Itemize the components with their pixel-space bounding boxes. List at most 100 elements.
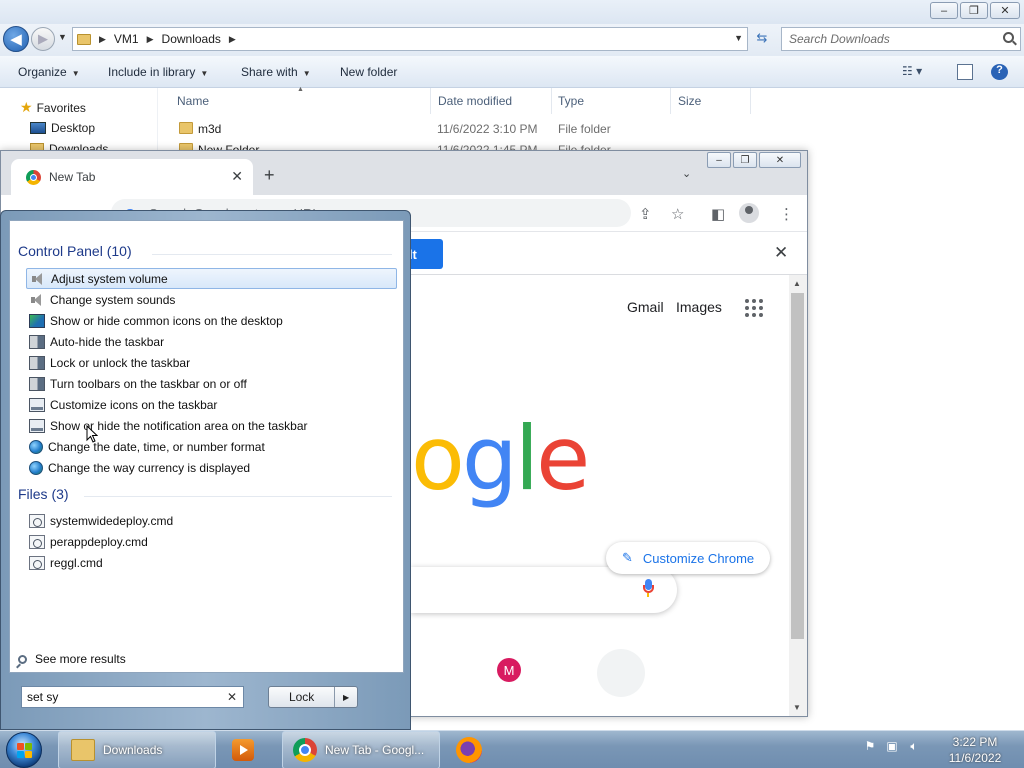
maximize-button[interactable]: ❐ <box>960 2 988 19</box>
action-center-icon[interactable]: ⚑ <box>862 739 878 755</box>
result-taskbar-toolbars[interactable]: Turn toolbars on the taskbar on or off <box>26 373 397 394</box>
back-button[interactable]: ◀ <box>3 26 29 52</box>
result-date-time-format[interactable]: Change the date, time, or number format <box>26 436 397 457</box>
google-apps-icon[interactable] <box>745 299 763 317</box>
result-file[interactable]: perappdeploy.cmd <box>26 531 397 552</box>
volume-icon[interactable]: 🔈︎ <box>906 739 922 755</box>
tab-new-tab[interactable]: New Tab ✕ <box>11 159 253 195</box>
share-with-button[interactable]: Share with ▼ <box>241 65 311 79</box>
address-box[interactable]: ▶ VM1 ▶ Downloads ▶ ▼ <box>72 27 748 51</box>
forward-button[interactable]: ▶ <box>31 27 55 51</box>
network-icon[interactable]: ▣ <box>884 739 900 755</box>
result-label: Change the way currency is displayed <box>48 460 251 475</box>
help-icon[interactable]: ? <box>991 64 1008 80</box>
explorer-search-box[interactable] <box>781 27 1021 51</box>
gmail-link[interactable]: Gmail <box>627 299 664 315</box>
refresh-button[interactable]: ⇆ <box>751 30 773 50</box>
result-label: Auto-hide the taskbar <box>50 334 165 349</box>
taskbar-downloads-button[interactable]: Downloads <box>58 731 216 768</box>
organize-button[interactable]: Organize ▼ <box>18 65 80 79</box>
column-divider[interactable] <box>670 88 671 114</box>
customize-chrome-button[interactable]: ✎ Customize Chrome <box>606 542 770 574</box>
nav-favorites[interactable]: ★ Favorites <box>20 99 86 116</box>
breadcrumb-separator-icon[interactable]: ▶ <box>99 34 106 45</box>
result-label: Show or hide common icons on the desktop <box>50 313 283 328</box>
column-date-modified[interactable]: Date modified <box>438 94 512 108</box>
chrome-minimize-button[interactable]: – <box>707 152 731 168</box>
see-more-results-link[interactable]: See more results <box>18 652 126 666</box>
result-adjust-system-volume[interactable]: Adjust system volume <box>26 268 397 289</box>
file-row[interactable]: m3d 11/6/2022 3:10 PM File folder <box>159 119 759 139</box>
include-in-library-button[interactable]: Include in library ▼ <box>108 65 208 79</box>
share-icon[interactable]: ⇪ <box>639 205 652 223</box>
result-file[interactable]: systemwidedeploy.cmd <box>26 510 397 531</box>
recent-pages-dropdown[interactable]: ▼ <box>58 32 67 42</box>
result-desktop-icons[interactable]: Show or hide common icons on the desktop <box>26 310 397 331</box>
bookmark-star-icon[interactable]: ☆ <box>671 205 684 223</box>
address-dropdown-icon[interactable]: ▼ <box>734 33 743 43</box>
column-divider[interactable] <box>750 88 751 114</box>
result-change-system-sounds[interactable]: Change system sounds <box>26 289 397 310</box>
explorer-titlebar[interactable]: – ❐ ✕ <box>0 0 1024 24</box>
side-panel-icon[interactable]: ◧ <box>711 205 725 223</box>
search-icon <box>18 654 27 664</box>
organize-label: Organize <box>18 65 67 79</box>
minimize-button[interactable]: – <box>930 2 958 19</box>
chrome-restore-button[interactable]: ❐ <box>733 152 757 168</box>
taskbar-chrome-button[interactable]: New Tab - Googl... <box>282 731 440 768</box>
nav-desktop[interactable]: Desktop <box>30 121 95 135</box>
chrome-close-button[interactable]: ✕ <box>759 152 801 168</box>
result-label: Adjust system volume <box>51 271 168 286</box>
column-size[interactable]: Size <box>678 94 701 108</box>
group-header-control-panel[interactable]: Control Panel (10) <box>18 243 132 259</box>
result-notification-area[interactable]: Show or hide the notification area on th… <box>26 415 397 436</box>
column-name[interactable]: Name <box>177 94 209 108</box>
close-button[interactable]: ✕ <box>990 2 1020 19</box>
start-search-box[interactable]: ✕ <box>21 686 244 708</box>
profile-avatar[interactable] <box>739 203 759 223</box>
clear-search-icon[interactable]: ✕ <box>227 690 237 704</box>
column-type[interactable]: Type <box>558 94 584 108</box>
taskbar-clock[interactable]: 3:22 PM 11/6/2022 <box>930 734 1020 766</box>
tab-close-icon[interactable]: ✕ <box>231 168 243 185</box>
result-currency-format[interactable]: Change the way currency is displayed <box>26 457 397 478</box>
chrome-menu-icon[interactable]: ⋮ <box>779 205 794 223</box>
logo-letter: e <box>536 407 590 510</box>
scroll-up-icon[interactable]: ▲ <box>793 279 801 288</box>
new-tab-button[interactable]: + <box>264 165 275 186</box>
power-options-arrow-icon[interactable]: ▶ <box>335 687 357 707</box>
result-lock-taskbar[interactable]: Lock or unlock the taskbar <box>26 352 397 373</box>
column-divider[interactable] <box>430 88 431 114</box>
add-shortcut-tile[interactable] <box>597 649 645 697</box>
start-button[interactable] <box>6 732 42 768</box>
view-options-icon[interactable]: ☷ ▾ <box>902 64 942 80</box>
result-auto-hide-taskbar[interactable]: Auto-hide the taskbar <box>26 331 397 352</box>
column-divider[interactable] <box>551 88 552 114</box>
breadcrumb-vm1[interactable]: VM1 <box>114 32 139 46</box>
tab-search-icon[interactable]: ⌄ <box>682 167 691 180</box>
start-search-input[interactable] <box>27 690 217 704</box>
scroll-down-icon[interactable]: ▼ <box>793 703 801 712</box>
images-link[interactable]: Images <box>676 299 722 315</box>
taskbar-icon <box>29 334 45 349</box>
preview-pane-icon[interactable] <box>957 64 973 80</box>
result-file[interactable]: reggl.cmd <box>26 552 397 573</box>
chrome-tab-strip[interactable]: – ❐ ✕ New Tab ✕ + ⌄ <box>1 151 807 195</box>
new-folder-button[interactable]: New folder <box>340 65 397 79</box>
taskbar-chrome-label: New Tab - Googl... <box>325 743 425 757</box>
search-icon[interactable] <box>1003 32 1014 43</box>
taskbar-firefox-button[interactable] <box>446 731 502 768</box>
page-scrollbar[interactable]: ▲ ▼ <box>789 275 807 716</box>
breadcrumb-downloads[interactable]: Downloads <box>162 32 221 46</box>
taskbar-media-player-button[interactable] <box>222 731 278 768</box>
result-customize-taskbar-icons[interactable]: Customize icons on the taskbar <box>26 394 397 415</box>
breadcrumb-separator-icon[interactable]: ▶ <box>229 34 236 45</box>
explorer-search-input[interactable] <box>789 32 989 46</box>
lock-button[interactable]: Lock <box>269 687 336 707</box>
group-header-files[interactable]: Files (3) <box>18 486 69 502</box>
scrollbar-thumb[interactable] <box>791 293 804 639</box>
breadcrumb-separator-icon[interactable]: ▶ <box>147 34 154 45</box>
infobar-close-icon[interactable]: ✕ <box>774 243 788 263</box>
shortcut-m-avatar[interactable]: M <box>497 658 521 682</box>
microphone-icon[interactable] <box>643 579 654 597</box>
